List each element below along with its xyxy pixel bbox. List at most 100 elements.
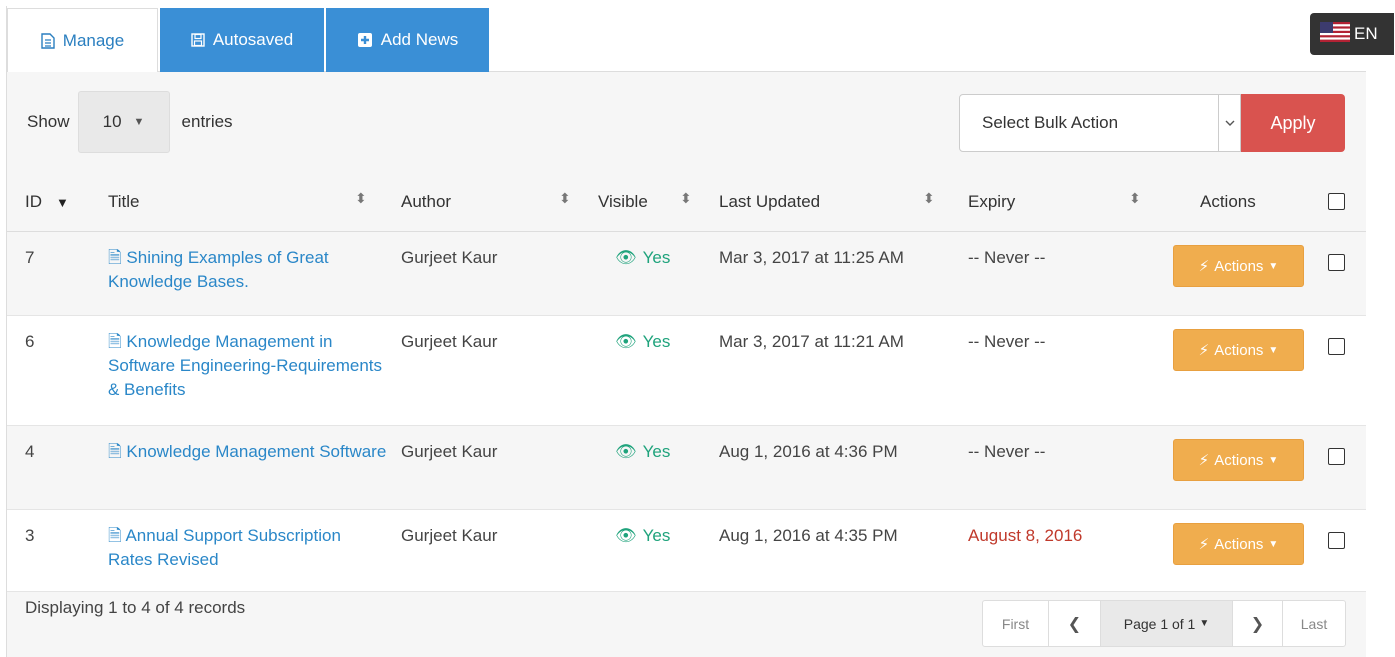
column-header-last-updated[interactable]: Last Updated: [719, 172, 820, 232]
row-expiry: August 8, 2016: [968, 526, 1083, 545]
news-manager: Manage Autosaved Add News Show 10 ▼ entr…: [6, 6, 1366, 657]
pagination: First ❮ Page 1 of 1 ▼ ❯ Last: [982, 600, 1346, 647]
row-id: 4: [25, 442, 35, 461]
row-visible: 👁 Yes: [615, 330, 670, 354]
eye-icon: 👁: [615, 526, 637, 545]
row-last-updated: Aug 1, 2016 at 4:36 PM: [719, 442, 898, 461]
row-actions-button[interactable]: ⚡ Actions ▼: [1173, 245, 1304, 287]
tab-manage[interactable]: Manage: [7, 8, 158, 73]
caret-down-icon: ▼: [133, 116, 145, 128]
sort-icon[interactable]: ⬍: [355, 190, 367, 207]
column-header-author[interactable]: Author: [401, 172, 451, 232]
page-length-select[interactable]: 10 ▼: [77, 91, 170, 153]
plus-square-icon: [357, 32, 373, 48]
entries-label: entries: [181, 112, 233, 131]
column-header-actions: Actions: [1200, 172, 1256, 232]
row-title-text: Knowledge Management in Software Enginee…: [108, 332, 383, 399]
row-actions-button[interactable]: ⚡ Actions ▼: [1173, 439, 1304, 481]
column-header-expiry[interactable]: Expiry: [968, 172, 1015, 232]
row-actions-label: Actions: [1214, 451, 1264, 469]
floppy-disk-icon: [191, 33, 205, 47]
tab-add-news-label: Add News: [380, 30, 459, 49]
sort-icon[interactable]: ⬍: [680, 190, 692, 207]
apply-button[interactable]: Apply: [1241, 94, 1345, 152]
row-last-updated: Mar 3, 2017 at 11:21 AM: [719, 332, 904, 351]
row-id: 7: [25, 248, 35, 267]
row-checkbox[interactable]: [1328, 254, 1345, 271]
column-visible-label: Visible: [598, 192, 648, 211]
us-flag-icon: [1320, 21, 1350, 47]
chevron-right-icon[interactable]: ❯: [1233, 601, 1283, 646]
caret-down-icon: ▼: [1268, 344, 1279, 356]
row-title-link[interactable]: 🗎 Annual Support Subscription Rates Revi…: [108, 524, 388, 572]
row-last-updated: Mar 3, 2017 at 11:25 AM: [719, 248, 904, 267]
tab-manage-label: Manage: [62, 30, 125, 50]
column-id-label: ID: [25, 192, 42, 211]
row-visible-text: Yes: [642, 442, 671, 461]
document-icon: [41, 32, 55, 49]
column-last-updated-label: Last Updated: [719, 192, 821, 211]
row-id: 6: [25, 332, 35, 351]
document-icon: 🗎: [108, 526, 126, 545]
lightning-icon: ⚡: [1198, 258, 1210, 275]
row-title-link[interactable]: 🗎 Knowledge Management Software: [108, 440, 388, 464]
row-actions-label: Actions: [1214, 535, 1264, 553]
sort-icon[interactable]: ⬍: [923, 190, 935, 207]
eye-icon: 👁: [615, 248, 637, 267]
row-title-link[interactable]: 🗎 Knowledge Management in Software Engin…: [108, 330, 388, 402]
row-actions-label: Actions: [1214, 257, 1264, 275]
pagination-last[interactable]: Last: [1283, 601, 1345, 646]
row-last-updated: Aug 1, 2016 at 4:35 PM: [719, 526, 898, 545]
row-actions-button[interactable]: ⚡ Actions ▼: [1173, 523, 1304, 565]
row-author: Gurjeet Kaur: [401, 248, 498, 267]
document-icon: 🗎: [108, 332, 127, 351]
row-title-link[interactable]: 🗎 Shining Examples of Great Knowledge Ba…: [108, 246, 388, 294]
language-code: EN: [1354, 24, 1378, 43]
pagination-page-select[interactable]: Page 1 of 1 ▼: [1101, 601, 1233, 646]
tab-autosaved-label: Autosaved: [212, 30, 294, 49]
row-visible: 👁 Yes: [615, 440, 670, 464]
table-header: ID ▼ Title ⬍ Author ⬍ Visible ⬍ Last Upd…: [7, 172, 1366, 232]
column-expiry-label: Expiry: [968, 192, 1016, 211]
eye-icon: 👁: [615, 332, 637, 351]
language-selector[interactable]: EN: [1310, 13, 1394, 55]
row-visible: 👁 Yes: [615, 524, 670, 548]
pagination-first[interactable]: First: [983, 601, 1049, 646]
tab-add-news[interactable]: Add News: [326, 8, 489, 72]
lightning-icon: ⚡: [1198, 536, 1210, 553]
caret-down-icon: ▼: [1268, 454, 1279, 466]
caret-down-icon: ▼: [1268, 538, 1279, 550]
column-header-title[interactable]: Title: [108, 172, 140, 232]
sort-desc-icon: ▼: [56, 194, 69, 210]
bulk-action-value: Select Bulk Action: [982, 113, 1119, 132]
row-visible-text: Yes: [642, 248, 671, 267]
row-visible-text: Yes: [642, 526, 671, 545]
bulk-action-select[interactable]: Select Bulk Action: [959, 94, 1241, 152]
content-panel: Show 10 ▼ entries Select Bulk Action App…: [7, 72, 1366, 657]
row-title-text: Shining Examples of Great Knowledge Base…: [108, 248, 329, 291]
column-header-id[interactable]: ID ▼: [25, 172, 69, 232]
row-checkbox[interactable]: [1328, 338, 1345, 355]
row-title-text: Annual Support Subscription Rates Revise…: [108, 526, 341, 569]
select-all-checkbox[interactable]: [1328, 193, 1345, 210]
caret-down-icon: ▼: [1268, 260, 1279, 272]
column-title-label: Title: [108, 192, 140, 211]
row-checkbox[interactable]: [1328, 532, 1345, 549]
column-actions-label: Actions: [1200, 192, 1256, 211]
column-header-visible[interactable]: Visible: [598, 172, 648, 232]
lightning-icon: ⚡: [1198, 342, 1210, 359]
sort-icon[interactable]: ⬍: [1129, 190, 1141, 207]
row-checkbox[interactable]: [1328, 448, 1345, 465]
column-author-label: Author: [401, 192, 452, 211]
row-visible: 👁 Yes: [615, 246, 670, 270]
table-row: 4 🗎 Knowledge Management Software Gurjee…: [7, 426, 1366, 510]
row-author: Gurjeet Kaur: [401, 442, 498, 461]
tab-autosaved[interactable]: Autosaved: [160, 8, 324, 72]
chevron-down-icon: [1218, 95, 1240, 151]
row-actions-label: Actions: [1214, 341, 1264, 359]
row-actions-button[interactable]: ⚡ Actions ▼: [1173, 329, 1304, 371]
row-id: 3: [25, 526, 35, 545]
sort-icon[interactable]: ⬍: [559, 190, 571, 207]
chevron-left-icon[interactable]: ❮: [1049, 601, 1101, 646]
lightning-icon: ⚡: [1198, 452, 1210, 469]
